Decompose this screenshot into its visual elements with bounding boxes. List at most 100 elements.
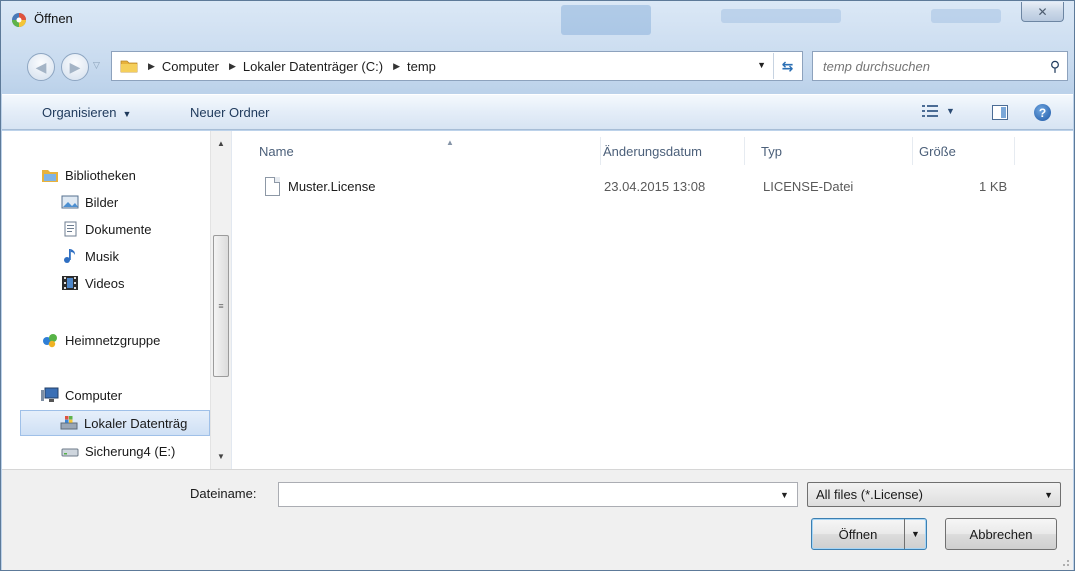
forward-button[interactable]: ▶: [61, 53, 89, 81]
file-type-filter-value: All files (*.License): [816, 487, 923, 502]
content-area: Bibliotheken Bilder Dokumente Musik Vide…: [2, 131, 1073, 469]
column-header-label: Größe: [919, 143, 956, 159]
scroll-up-icon[interactable]: ▲: [211, 135, 231, 152]
sidebar-item-label: Heimnetzgruppe: [65, 332, 161, 348]
homegroup-icon: [43, 334, 57, 348]
sidebar-item-music[interactable]: Musik: [61, 245, 119, 267]
file-name: Muster.License: [288, 179, 376, 194]
chevron-down-icon: ▼: [946, 106, 955, 116]
close-icon: ✕: [1037, 4, 1048, 19]
sidebar-item-local-disk[interactable]: Lokaler Datenträg: [20, 410, 210, 436]
sidebar-item-documents[interactable]: Dokumente: [61, 218, 151, 240]
dialog-footer: Dateiname: ▼ All files (*.License) ▼ Öff…: [2, 469, 1073, 570]
help-icon: ?: [1038, 105, 1047, 120]
back-button[interactable]: ◀: [27, 53, 55, 81]
cancel-button-label: Abbrechen: [969, 526, 1033, 542]
open-button[interactable]: Öffnen ▼: [811, 518, 927, 550]
scrollbar-thumb[interactable]: ≡: [213, 235, 229, 377]
column-header-name[interactable]: Name ▲: [251, 137, 601, 165]
sidebar-item-homegroup[interactable]: Heimnetzgruppe: [41, 329, 160, 351]
sidebar-item-label: Lokaler Datenträg: [84, 415, 188, 431]
column-header-label: Name: [259, 143, 294, 159]
back-arrow-icon: ◀: [35, 58, 47, 75]
scroll-down-icon[interactable]: ▼: [211, 448, 231, 465]
breadcrumb-temp[interactable]: ▶ temp: [393, 59, 436, 74]
sidebar-item-backup-drive[interactable]: Sicherung4 (E:): [61, 440, 175, 462]
navigation-bar: ◀ ▶ ▽ ▶ Computer ▶ Lokaler Datenträger (…: [1, 43, 1074, 93]
title-bar[interactable]: Öffnen ✕: [1, 1, 1074, 37]
breadcrumb-label: temp: [407, 58, 436, 74]
search-input[interactable]: [813, 53, 1043, 79]
resize-grip-icon[interactable]: [1060, 557, 1070, 567]
file-modified: 23.04.2015 13:08: [604, 179, 706, 194]
search-box[interactable]: ⚲: [812, 51, 1068, 81]
help-button[interactable]: ?: [1034, 104, 1051, 121]
organize-menu[interactable]: Organisieren ▼: [42, 105, 131, 120]
breadcrumb-label: Computer: [161, 58, 219, 74]
open-button-label: Öffnen: [838, 526, 878, 542]
close-button[interactable]: ✕: [1021, 2, 1064, 22]
organize-label: Organisieren: [42, 105, 117, 120]
navigation-scrollbar[interactable]: ▲ ≡ ▼: [210, 131, 231, 469]
sidebar-item-label: Musik: [85, 248, 119, 264]
refresh-button[interactable]: ⇆: [773, 53, 801, 79]
table-row[interactable]: Muster.License 23.04.2015 13:08 LICENSE-…: [257, 175, 1075, 199]
open-dialog-icon: [12, 13, 26, 27]
filename-dropdown-icon[interactable]: ▼: [780, 490, 789, 500]
new-folder-label: Neuer Ordner: [190, 105, 270, 120]
command-bar: Organisieren ▼ Neuer Ordner ▼ ?: [2, 94, 1073, 130]
file-list[interactable]: Name ▲ Änderungsdatum Typ Größe Muster.L…: [233, 131, 1073, 469]
videos-icon: [62, 276, 78, 290]
sort-ascending-icon: ▲: [446, 138, 454, 147]
column-header-type[interactable]: Typ: [753, 137, 913, 165]
sidebar-item-label: Computer: [65, 387, 123, 403]
navigation-pane[interactable]: Bibliotheken Bilder Dokumente Musik Vide…: [2, 131, 232, 469]
libraries-icon: [42, 170, 58, 182]
breadcrumb-computer[interactable]: ▶ Computer: [148, 59, 219, 74]
chevron-down-icon: ▼: [122, 109, 132, 119]
open-options-dropdown-icon[interactable]: ▼: [904, 519, 926, 549]
folder-icon: [120, 60, 138, 73]
column-header-modified[interactable]: Änderungsdatum: [595, 137, 745, 165]
open-file-dialog: Öffnen ✕ ◀ ▶ ▽ ▶ Computer ▶ Lokaler Date…: [0, 0, 1075, 571]
refresh-icon: ⇆: [781, 57, 794, 74]
new-folder-button[interactable]: Neuer Ordner: [190, 105, 269, 120]
breadcrumb-arrow-icon: ▶: [393, 60, 401, 71]
sidebar-item-label: Sicherung4 (E:): [85, 443, 176, 459]
file-icon: [265, 177, 280, 196]
drive-icon: [61, 448, 79, 457]
sidebar-item-videos[interactable]: Videos: [61, 272, 125, 294]
local-disk-icon: [60, 416, 78, 430]
recent-pages-dropdown[interactable]: ▽: [93, 60, 100, 71]
filename-input[interactable]: [278, 482, 798, 507]
chevron-down-icon: ▼: [1044, 490, 1053, 500]
documents-icon: [64, 221, 77, 237]
file-type-filter[interactable]: All files (*.License) ▼: [807, 482, 1061, 507]
forward-arrow-icon: ▶: [69, 58, 81, 75]
sidebar-item-label: Bilder: [85, 194, 119, 210]
sidebar-item-label: Bibliotheken: [65, 167, 136, 183]
breadcrumb-local-disk[interactable]: ▶ Lokaler Datenträger (C:): [229, 59, 383, 74]
pictures-icon: [61, 195, 79, 209]
window-title: Öffnen: [34, 11, 73, 26]
sidebar-item-pictures[interactable]: Bilder: [61, 191, 118, 213]
address-bar[interactable]: ▶ Computer ▶ Lokaler Datenträger (C:) ▶ …: [111, 51, 803, 81]
computer-icon: [41, 387, 59, 402]
search-icon[interactable]: ⚲: [1043, 58, 1067, 75]
sidebar-item-libraries[interactable]: Bibliotheken: [41, 164, 136, 186]
details-view-icon: [922, 105, 938, 117]
change-view-button[interactable]: ▼: [922, 104, 955, 118]
breadcrumb-arrow-icon: ▶: [148, 60, 155, 71]
column-header-label: Typ: [761, 143, 782, 159]
preview-pane-button[interactable]: [992, 105, 1008, 120]
breadcrumb-label: Lokaler Datenträger (C:): [242, 58, 384, 74]
music-icon: [64, 249, 75, 263]
address-dropdown-icon[interactable]: ▼: [757, 60, 766, 70]
column-header-label: Änderungsdatum: [603, 143, 703, 159]
cancel-button[interactable]: Abbrechen: [945, 518, 1057, 550]
sidebar-item-label: Videos: [85, 275, 125, 291]
file-type: LICENSE-Datei: [763, 179, 854, 194]
column-header-size[interactable]: Größe: [911, 137, 1015, 165]
filename-label: Dateiname:: [190, 486, 257, 501]
sidebar-item-computer[interactable]: Computer: [41, 384, 122, 406]
